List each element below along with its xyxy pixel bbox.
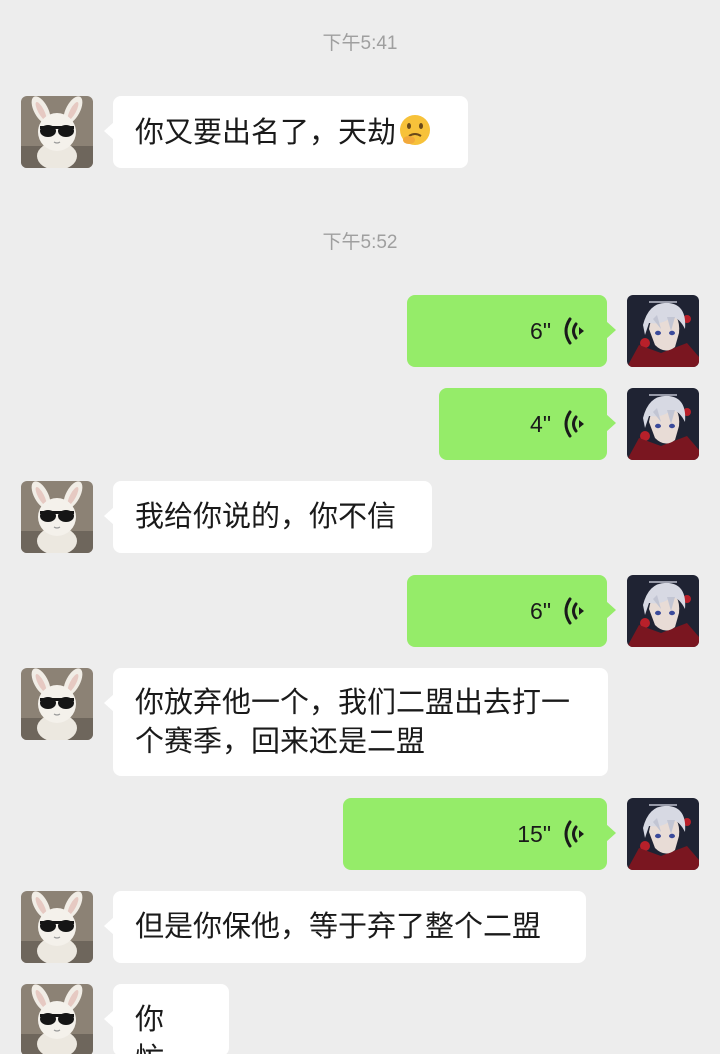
message-bubble[interactable]: 但是你保他，等于弃了整个二盟 [104,891,586,963]
message-bubble[interactable]: 你又要出名了，天劫 [104,96,468,168]
voice-message-bubble[interactable]: 4" [439,388,616,460]
voice-wave-icon [563,596,589,626]
contact-avatar[interactable] [21,668,93,740]
message-text-line: 个赛季，回来还是二盟 [135,724,426,758]
chat-view: 下午5:41 你又要出名了，天劫 下午5:52 6" 4" 我给你说的，你不信 … [0,0,720,1054]
self-avatar[interactable] [627,388,699,460]
voice-message-bubble[interactable]: 6" [407,575,616,647]
message-bubble[interactable]: 你放弃他一个，我们二盟出去打一 个赛季，回来还是二盟 [104,668,608,776]
voice-duration: 15" [517,820,551,847]
voice-duration: 6" [530,317,551,344]
timestamp: 下午5:52 [322,232,398,253]
voice-wave-icon [563,409,589,439]
message-bubble[interactable]: 我给你说的，你不信 [104,481,432,553]
message-text: 你又要出名了，天劫 [135,115,397,149]
timestamp: 下午5:41 [322,33,398,54]
contact-avatar[interactable] [21,96,93,168]
voice-message-bubble[interactable]: 6" [407,295,616,367]
message-bubble[interactable]: 你忙， [104,984,229,1054]
self-avatar[interactable] [627,575,699,647]
thinking-face-emoji [400,115,431,145]
self-avatar[interactable] [627,798,699,870]
contact-avatar[interactable] [21,481,93,553]
voice-wave-icon [563,316,589,346]
message-text-line: 你放弃他一个，我们二盟出去打一 [135,685,571,719]
voice-wave-icon [563,819,589,849]
self-avatar[interactable] [627,295,699,367]
voice-duration: 4" [530,410,551,437]
message-text: 但是你保他，等于弃了整个二盟 [135,909,542,943]
contact-avatar[interactable] [21,984,93,1054]
message-text: 我给你说的，你不信 [135,499,397,533]
voice-message-bubble[interactable]: 15" [343,798,616,870]
contact-avatar[interactable] [21,891,93,963]
message-text: 你忙， [135,1002,193,1054]
voice-duration: 6" [530,597,551,624]
